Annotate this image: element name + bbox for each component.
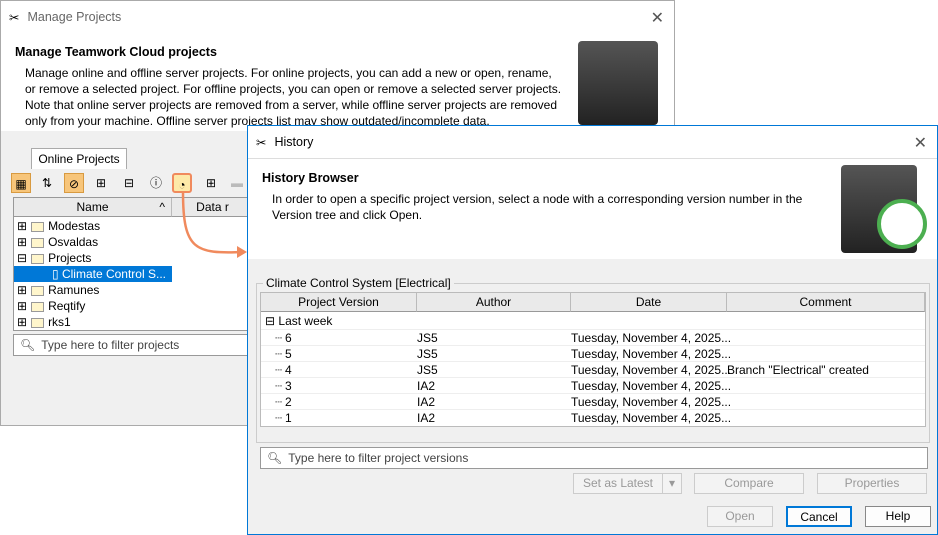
header: History Browser In order to open a speci…: [248, 158, 937, 259]
info-icon[interactable]: ⓘ: [146, 173, 166, 193]
title-bar: ✂ History ✕: [248, 126, 937, 158]
close-icon[interactable]: ✕: [914, 133, 927, 153]
cell-d: Tuesday, November 4, 2025...: [571, 379, 732, 393]
version-table: Project Version Author Date Comment ⊟ La…: [260, 292, 926, 427]
window-title: Manage Projects: [27, 10, 122, 24]
compare-button: Compare: [694, 473, 804, 494]
cell-a: IA2: [417, 395, 436, 409]
cell-a: IA2: [417, 379, 436, 393]
tree-line: ┄: [275, 411, 283, 425]
cell-v: 6: [285, 331, 292, 345]
cell-a: JS5: [417, 347, 438, 361]
filter-offline-icon[interactable]: ⊘: [64, 173, 84, 193]
folder-icon: [31, 301, 45, 312]
column-date[interactable]: Date: [571, 293, 727, 312]
column-name[interactable]: Name ^: [14, 198, 172, 217]
tree-item-selected[interactable]: ▯ Climate Control S...: [14, 266, 172, 282]
tree-line: ┄: [275, 379, 283, 393]
description: Manage online and offline server project…: [25, 66, 562, 128]
column-project-version[interactable]: Project Version: [261, 293, 417, 312]
version-row[interactable]: 3 IA2 Tuesday, November 4, 2025... ┄: [261, 377, 925, 393]
cell-a: JS5: [417, 331, 438, 345]
collapse-icon[interactable]: ⊟: [119, 173, 139, 193]
cell-d: Tuesday, November 4, 2025...: [571, 411, 732, 425]
tree-line: ┄: [275, 331, 283, 345]
header: Manage Teamwork Cloud projects Manage on…: [1, 33, 674, 131]
tree-line: ┄: [275, 347, 283, 361]
folder-icon: [31, 317, 45, 328]
app-icon: ✂: [256, 135, 267, 150]
history-window: ✂ History ✕ History Browser In order to op…: [247, 125, 938, 535]
clock-icon: [877, 199, 927, 249]
column-author[interactable]: Author: [417, 293, 571, 312]
search-icon: 🔍︎: [267, 451, 283, 465]
version-row[interactable]: 5 JS5 Tuesday, November 4, 2025... ┄: [261, 345, 925, 361]
list-view-icon[interactable]: ▦: [11, 173, 31, 193]
callout-arrow: [181, 191, 247, 258]
cell-d: Tuesday, November 4, 2025...: [571, 331, 732, 345]
group-title: Climate Control System [Electrical]: [263, 276, 454, 290]
expand-icon[interactable]: ⊞: [91, 173, 111, 193]
version-row[interactable]: 1 IA2 Tuesday, November 4, 2025... ┄: [261, 409, 925, 425]
help-button[interactable]: Help: [865, 506, 931, 527]
folder-icon: [31, 253, 45, 264]
version-row[interactable]: 2 IA2 Tuesday, November 4, 2025... ┄: [261, 393, 925, 409]
column-comment[interactable]: Comment: [727, 293, 925, 312]
tree-line: ┄: [275, 395, 283, 409]
open-button: Open: [707, 506, 773, 527]
tree-item[interactable]: ⊞ Ramunes: [14, 282, 252, 298]
properties-button: Properties: [817, 473, 927, 494]
tree-line: ┄: [275, 363, 283, 377]
folder-icon: [31, 221, 45, 232]
cell-v: 2: [285, 395, 292, 409]
set-as-latest-dropdown: ▾: [662, 473, 682, 494]
close-icon[interactable]: ✕: [651, 8, 664, 28]
app-icon: ✂: [9, 10, 20, 25]
description: In order to open a specific project vers…: [272, 192, 803, 222]
projects-filter-input[interactable]: 🔍︎ Type here to filter projects: [13, 334, 253, 356]
heading: Manage Teamwork Cloud projects: [15, 45, 217, 59]
cell-c: Branch "Electrical" created: [727, 363, 869, 377]
server-gears-icon: [578, 41, 658, 125]
cell-v: 5: [285, 347, 292, 361]
folder-icon: [31, 237, 45, 248]
set-as-latest-button: Set as Latest: [573, 473, 663, 494]
sort-icon[interactable]: ⇅: [37, 173, 57, 193]
tree-item[interactable]: ⊞ rks1: [14, 314, 252, 330]
folder-icon: [31, 285, 45, 296]
version-row[interactable]: 6 JS5 Tuesday, November 4, 2025... ┄: [261, 329, 925, 345]
cancel-button[interactable]: Cancel: [786, 506, 852, 527]
cell-d: Tuesday, November 4, 2025...: [571, 363, 732, 377]
tree-item[interactable]: ⊞ Reqtify: [14, 298, 252, 314]
tab-online-projects[interactable]: Online Projects: [31, 148, 127, 169]
window-title: History: [274, 135, 314, 149]
cell-d: Tuesday, November 4, 2025...: [571, 347, 732, 361]
title-bar: ✂ Manage Projects ✕: [1, 1, 674, 33]
heading: History Browser: [262, 171, 359, 185]
cell-v: 3: [285, 379, 292, 393]
cell-v: 1: [285, 411, 292, 425]
cell-d: Tuesday, November 4, 2025...: [571, 395, 732, 409]
cell-v: 4: [285, 363, 292, 377]
group-row-last-week[interactable]: ⊟ Last week: [261, 313, 925, 329]
cell-a: IA2: [417, 411, 436, 425]
version-row[interactable]: 4 JS5 Tuesday, November 4, 2025... Branch "…: [261, 361, 925, 377]
versions-filter-input[interactable]: 🔍︎ Type here to filter project versions: [260, 447, 928, 469]
search-icon: 🔍︎: [20, 338, 36, 352]
cell-a: JS5: [417, 363, 438, 377]
